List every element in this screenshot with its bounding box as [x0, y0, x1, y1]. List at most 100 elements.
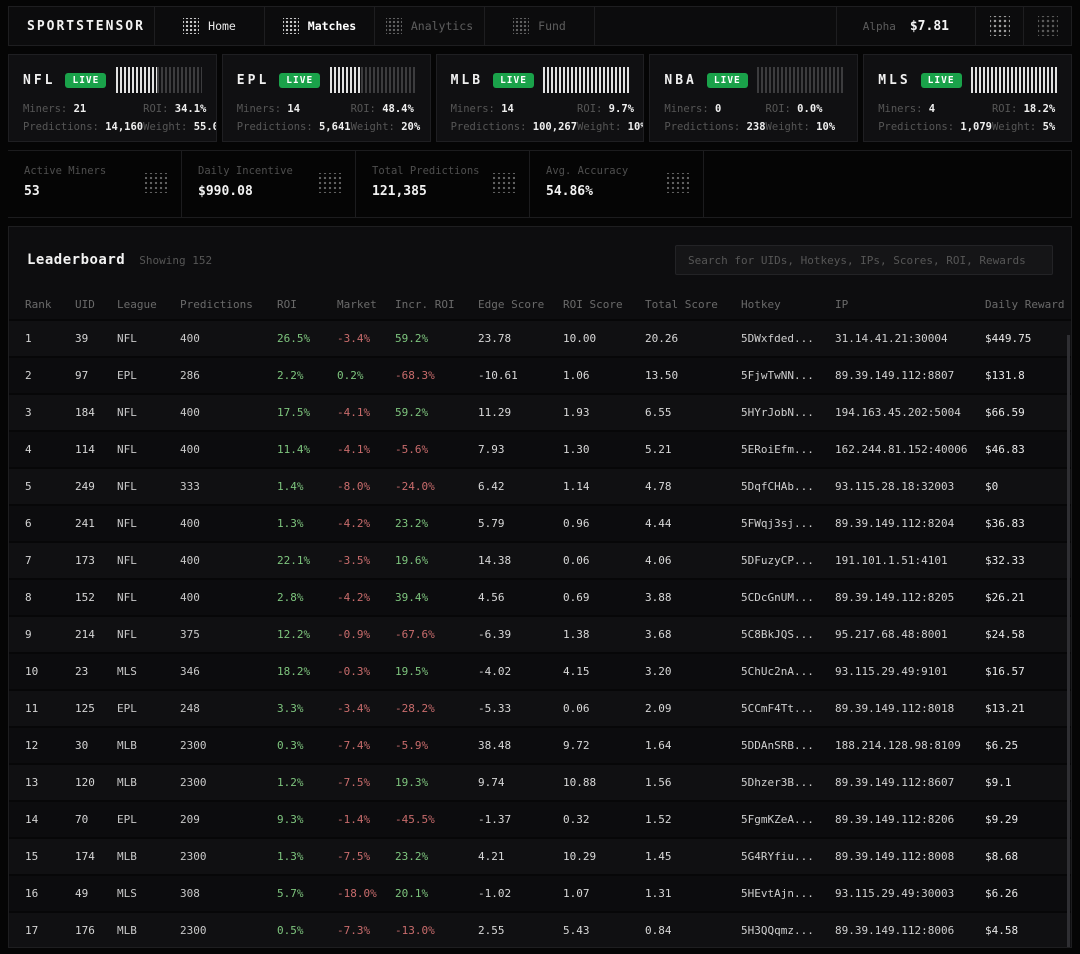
league-name: EPL [237, 73, 269, 88]
cell-ip: 89.39.149.112:8206 [835, 813, 985, 826]
cell-incr-roi: 19.5% [395, 665, 478, 678]
cell-rank: 8 [25, 591, 75, 604]
dots-outline-button[interactable] [1023, 7, 1071, 45]
nav-item-fund[interactable]: Fund [485, 7, 595, 45]
analytics-icon [386, 18, 402, 34]
cell-league: NFL [117, 591, 180, 604]
cell-roi: 0.3% [277, 739, 337, 752]
cell-predictions: 2300 [180, 776, 277, 789]
leaderboard-row[interactable]: 1230MLB23000.3%-7.4%-5.9%38.489.721.645D… [9, 726, 1071, 763]
dots-grid-button[interactable] [975, 7, 1023, 45]
nav-item-analytics[interactable]: Analytics [375, 7, 485, 45]
app-logo[interactable]: SPORTSTENSOR [9, 7, 155, 45]
cell-hotkey: 5DDAnSRB... [741, 739, 835, 752]
leaderboard-count: Showing 152 [139, 254, 212, 267]
cell-daily-reward: $6.25 [985, 739, 1055, 752]
cell-roi: 1.3% [277, 517, 337, 530]
leaderboard-row[interactable]: 1649MLS3085.7%-18.0%20.1%-1.021.071.315H… [9, 874, 1071, 911]
cell-predictions: 209 [180, 813, 277, 826]
cell-roi-score: 0.32 [563, 813, 645, 826]
cell-market: -3.4% [337, 332, 395, 345]
leaderboard-row[interactable]: 11125EPL2483.3%-3.4%-28.2%-5.330.062.095… [9, 689, 1071, 726]
cell-market: -4.1% [337, 443, 395, 456]
cell-rank: 6 [25, 517, 75, 530]
cell-uid: 97 [75, 369, 117, 382]
cell-total-score: 4.44 [645, 517, 741, 530]
column-header-ip: IP [835, 298, 985, 311]
roi-value: 9.7% [609, 103, 634, 115]
nav-item-matches[interactable]: Matches [265, 7, 375, 45]
leaderboard-row[interactable]: 139NFL40026.5%-3.4%59.2%23.7810.0020.265… [9, 319, 1071, 356]
leaderboard-row[interactable]: 297EPL2862.2%0.2%-68.3%-10.611.0613.505F… [9, 356, 1071, 393]
leaderboard-row[interactable]: 9214NFL37512.2%-0.9%-67.6%-6.391.383.685… [9, 615, 1071, 652]
search-input[interactable] [675, 245, 1053, 275]
leaderboard-row[interactable]: 4114NFL40011.4%-4.1%-5.6%7.931.305.215ER… [9, 430, 1071, 467]
cell-market: -7.3% [337, 924, 395, 937]
alpha-value: $7.81 [910, 19, 949, 34]
leaderboard-row[interactable]: 1023MLS34618.2%-0.3%19.5%-4.024.153.205C… [9, 652, 1071, 689]
cell-roi-score: 1.14 [563, 480, 645, 493]
cell-hotkey: 5DFuzyCP... [741, 554, 835, 567]
cell-edge-score: 14.38 [478, 554, 563, 567]
cell-rank: 17 [25, 924, 75, 937]
league-card-nfl: NFL LIVE Miners: 21 ROI: 34.1% Predictio… [8, 54, 217, 142]
roi-value: 0.0% [797, 103, 822, 115]
cell-hotkey: 5DqfCHAb... [741, 480, 835, 493]
roi-value: 48.4% [382, 103, 414, 115]
cell-market: -3.4% [337, 702, 395, 715]
cell-total-score: 0.84 [645, 924, 741, 937]
cell-daily-reward: $36.83 [985, 517, 1055, 530]
sportstensor-dashboard: SPORTSTENSOR HomeMatchesAnalyticsFund Al… [0, 0, 1080, 954]
leaderboard-row[interactable]: 8152NFL4002.8%-4.2%39.4%4.560.693.885CDc… [9, 578, 1071, 615]
dot-grid-icon [493, 173, 515, 193]
cell-roi-score: 1.06 [563, 369, 645, 382]
cell-roi-score: 9.72 [563, 739, 645, 752]
cell-ip: 89.39.149.112:8006 [835, 924, 985, 937]
cell-roi-score: 4.15 [563, 665, 645, 678]
cell-league: NFL [117, 480, 180, 493]
cell-predictions: 400 [180, 406, 277, 419]
cell-incr-roi: -24.0% [395, 480, 478, 493]
league-name: NFL [23, 73, 55, 88]
leaderboard-row[interactable]: 13120MLB23001.2%-7.5%19.3%9.7410.881.565… [9, 763, 1071, 800]
home-icon [183, 18, 199, 34]
cell-market: -4.2% [337, 517, 395, 530]
cell-predictions: 2300 [180, 739, 277, 752]
leaderboard-row[interactable]: 17176MLB23000.5%-7.3%-13.0%2.555.430.845… [9, 911, 1071, 948]
nav-item-label: Matches [308, 19, 356, 33]
league-name: NBA [664, 73, 696, 88]
leaderboard-row[interactable]: 5249NFL3331.4%-8.0%-24.0%6.421.144.785Dq… [9, 467, 1071, 504]
roi-label: ROI: [992, 103, 1017, 115]
cell-incr-roi: -13.0% [395, 924, 478, 937]
leaderboard-row[interactable]: 3184NFL40017.5%-4.1%59.2%11.291.936.555H… [9, 393, 1071, 430]
cell-roi: 22.1% [277, 554, 337, 567]
cell-total-score: 6.55 [645, 406, 741, 419]
matches-icon [283, 18, 299, 34]
cell-roi-score: 0.69 [563, 591, 645, 604]
cell-total-score: 13.50 [645, 369, 741, 382]
cell-ip: 89.39.149.112:8607 [835, 776, 985, 789]
cell-ip: 93.115.29.49:30003 [835, 887, 985, 900]
leaderboard-row[interactable]: 15174MLB23001.3%-7.5%23.2%4.2110.291.455… [9, 837, 1071, 874]
predictions-value: 100,267 [533, 121, 577, 133]
cell-uid: 39 [75, 332, 117, 345]
cell-daily-reward: $32.33 [985, 554, 1055, 567]
scrollbar[interactable] [1067, 335, 1070, 947]
cell-roi: 2.2% [277, 369, 337, 382]
live-badge: LIVE [493, 73, 534, 88]
cell-uid: 152 [75, 591, 117, 604]
cell-daily-reward: $449.75 [985, 332, 1055, 345]
cell-ip: 89.39.149.112:8204 [835, 517, 985, 530]
leaderboard-row[interactable]: 7173NFL40022.1%-3.5%19.6%14.380.064.065D… [9, 541, 1071, 578]
cell-predictions: 400 [180, 517, 277, 530]
cell-incr-roi: 23.2% [395, 850, 478, 863]
column-header-total-score: Total Score [645, 298, 741, 311]
leaderboard-row[interactable]: 1470EPL2099.3%-1.4%-45.5%-1.370.321.525F… [9, 800, 1071, 837]
nav-item-home[interactable]: Home [155, 7, 265, 45]
cell-incr-roi: -68.3% [395, 369, 478, 382]
dot-grid-icon [145, 173, 167, 193]
leaderboard-row[interactable]: 6241NFL4001.3%-4.2%23.2%5.790.964.445FWq… [9, 504, 1071, 541]
dot-grid-icon [667, 173, 689, 193]
cell-rank: 5 [25, 480, 75, 493]
fund-icon [513, 18, 529, 34]
